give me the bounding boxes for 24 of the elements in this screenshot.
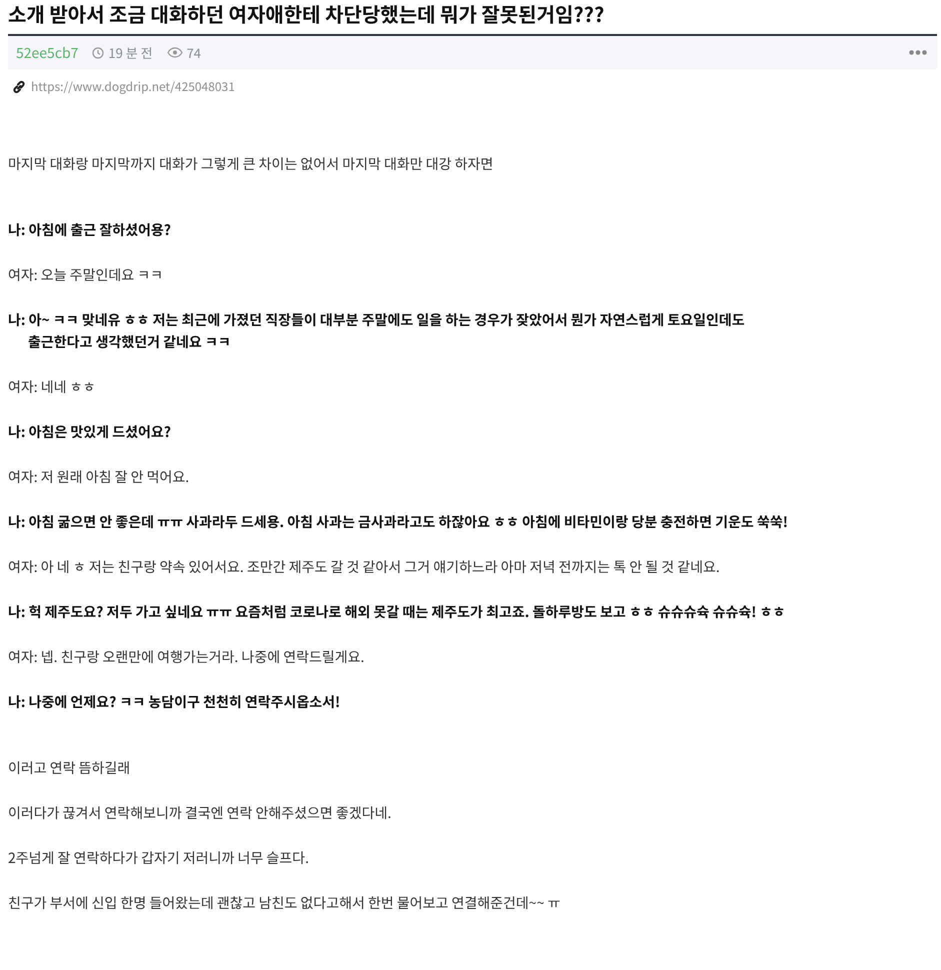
chat-line: 나: 나중에 언제요? ㅋㅋ 농담이구 천천히 연락주시옵소서!	[8, 691, 342, 713]
post-link[interactable]: https://www.dogdrip.net/425048031	[31, 78, 235, 95]
clock-icon	[92, 46, 104, 58]
chat-line: 나: 아침에 출근 잘하셨어용?	[8, 219, 172, 241]
chat-line: 나: 아침 굶으면 안 좋은데 ㅠㅠ 사과라두 드세용. 아침 사과는 금사과라고도 하잖아요 ㅎㅎ 아침에 비타민이랑 당분 충전하면 기운도 쑥쑥!	[8, 511, 789, 533]
chat-line: 나: 아침은 맛있게 드셨어요?	[8, 421, 172, 443]
post-time: 19 분 전	[108, 43, 153, 62]
body-paragraph: 2주넘게 잘 연락하다가 갑자기 저러니까 너무 슬프다.	[8, 847, 310, 869]
view-count: 74	[186, 43, 202, 62]
body-paragraph: 마지막 대화랑 마지막까지 대화가 그렇게 큰 차이는 없어서 마지막 대화만 대강 하자면	[8, 153, 494, 175]
more-icon[interactable]	[909, 50, 927, 55]
chat-line: 여자: 아 네 ㅎ 저는 친구랑 약속 있어서요. 조만간 제주도 갈 것 같아서 그거 얘기하느라 아마 저녁 전까지는 톡 안 될 것 같네요.	[8, 556, 721, 578]
chat-line: 여자: 넵. 친구랑 오랜만에 여행가는거라. 나중에 연락드릴게요.	[8, 646, 366, 668]
eye-icon	[166, 47, 183, 58]
chat-line: 여자: 네네 ㅎㅎ	[8, 376, 96, 398]
chat-line: 나: 아~ ㅋㅋ 맞네유 ㅎㅎ 저는 최근에 가졌던 직장들이 대부분 주말에도 일을 하는 경우가 잦았어서 뭔가 자연스럽게 토요일인데도 출근한다고 생각했던거 같네요 ㅋㅋ	[8, 309, 746, 353]
body-paragraph: 이러고 연락 뜸하길래	[8, 757, 132, 779]
link-icon	[12, 80, 26, 94]
chat-line: 여자: 저 원래 아침 잘 안 먹어요.	[8, 466, 190, 488]
body-paragraph: 이러다가 끊겨서 연락해보니까 결국엔 연락 안해주셨으면 좋겠다네.	[8, 802, 392, 824]
chat-line: 나: 헉 제주도요? 저두 가고 싶네요 ㅠㅠ 요즘처럼 코로나로 해외 못갈 때는 제주도가 최고죠. 돌하루방도 보고 ㅎㅎ 슈슈슈슉 슈슈슉! ㅎㅎ	[8, 601, 786, 623]
author-name[interactable]: 52ee5cb7	[16, 42, 78, 62]
body-paragraph: 친구가 부서에 신입 한명 들어왔는데 괜찮고 남친도 없다고해서 한번 물어보고 연결해준건데~~ ㅠ	[8, 892, 562, 914]
chat-line: 여자: 오늘 주말인데요 ㅋㅋ	[8, 264, 164, 286]
